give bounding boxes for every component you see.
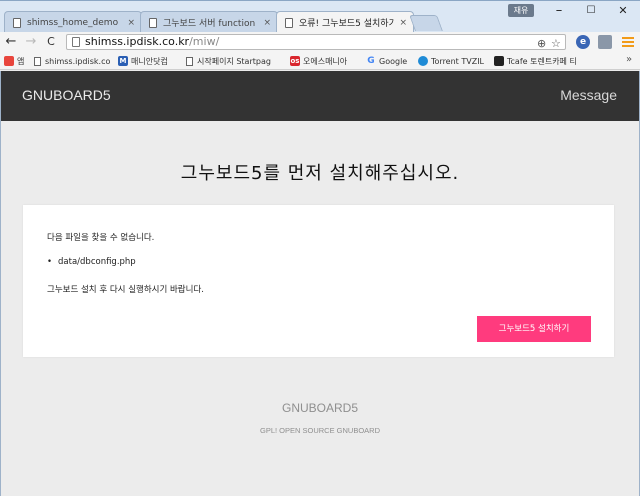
- bookmark-maniaan[interactable]: M 매니안닷컴: [118, 54, 184, 68]
- bookmark-label: Torrent TVZIL: [431, 56, 485, 66]
- tcafe-icon: [494, 56, 504, 66]
- install-gnuboard-button[interactable]: 그누보드5 설치하기: [477, 316, 591, 342]
- missing-file-list: data/dbconfig.php: [47, 257, 136, 267]
- tab-close-icon[interactable]: ×: [127, 18, 135, 28]
- bookmark-shimss[interactable]: shimss.ipdisk.co: [34, 54, 114, 68]
- apps-icon: [4, 56, 14, 66]
- zoom-icon[interactable]: ⊕: [537, 37, 546, 51]
- page-icon: [34, 56, 41, 66]
- footer-copyright: GPL! OPEN SOURCE GNUBOARD: [259, 426, 381, 435]
- address-bar[interactable]: shimss.ipdisk.co.kr/miw/ ⊕ ☆: [66, 34, 566, 50]
- bookmark-tcafe[interactable]: Tcafe 토렌트카페 티: [494, 54, 620, 68]
- bookmark-label: Tcafe 토렌트카페 티: [507, 56, 577, 66]
- page-icon: [149, 17, 157, 28]
- bookmark-label: 오에스매니아: [303, 56, 348, 66]
- browser-tab-1[interactable]: shimss_home_demo ×: [4, 11, 142, 33]
- maniaan-icon: M: [118, 56, 128, 66]
- extension-icon[interactable]: e: [576, 35, 590, 49]
- bookmark-label: shimss.ipdisk.co: [45, 56, 111, 66]
- bookmark-label: 매니안닷컴: [131, 56, 168, 66]
- browser-titlebar: shimss_home_demo × 그누보드 서버 function × 오류…: [0, 0, 640, 33]
- forward-icon[interactable]: →: [24, 34, 38, 50]
- page-icon: [186, 56, 193, 66]
- browser-tab-active[interactable]: 오류! 그누보드5 설치하기 ×: [276, 11, 414, 33]
- page-info-icon[interactable]: [72, 37, 80, 47]
- close-icon[interactable]: ✕: [612, 3, 634, 19]
- bookmark-torrent[interactable]: Torrent TVZIL: [418, 54, 490, 68]
- back-icon[interactable]: ←: [4, 34, 18, 50]
- bookmarks-more-icon[interactable]: »: [626, 54, 632, 65]
- bookmark-label: 앱: [17, 56, 25, 66]
- google-icon: G: [367, 56, 375, 66]
- message-link[interactable]: Message: [560, 87, 617, 103]
- bookmark-apps[interactable]: 앱: [4, 54, 32, 68]
- osmania-icon: os: [290, 56, 300, 66]
- tab-label: 오류! 그누보드5 설치하기: [299, 19, 395, 29]
- bookmark-osmania[interactable]: os 오에스매니아: [290, 54, 362, 68]
- menu-icon[interactable]: [622, 35, 634, 49]
- footer-logo: GNUBOARD5: [281, 401, 358, 415]
- tab-label: shimss_home_demo: [27, 17, 119, 28]
- page-viewport: GNUBOARD5 Message 그누보드5를 먼저 설치해주십시오. 다음 …: [0, 71, 640, 496]
- install-instruction-message: 그누보드 설치 후 다시 실행하시기 바랍니다.: [47, 285, 204, 295]
- page-icon: [13, 17, 21, 28]
- tab-label: 그누보드 서버 function: [163, 19, 256, 29]
- maximize-icon[interactable]: ☐: [580, 3, 602, 19]
- bookmark-startpage[interactable]: 시작페이지 Startpag: [186, 54, 284, 68]
- torrent-icon: [418, 56, 428, 66]
- bookmark-google[interactable]: G Google: [366, 54, 414, 68]
- bookmark-label: 시작페이지 Startpag: [197, 56, 271, 66]
- browser-tab-2[interactable]: 그누보드 서버 function ×: [140, 11, 278, 33]
- site-header: GNUBOARD5 Message: [1, 71, 639, 121]
- page-icon: [285, 17, 293, 28]
- tab-close-icon[interactable]: ×: [263, 18, 271, 28]
- site-logo[interactable]: GNUBOARD5: [22, 87, 111, 103]
- new-tab-button[interactable]: [409, 15, 443, 31]
- address-path: /miw/: [189, 35, 220, 48]
- reload-icon[interactable]: C: [44, 34, 58, 50]
- list-item: data/dbconfig.php: [47, 257, 136, 267]
- page-title: 그누보드5를 먼저 설치해주십시오.: [180, 163, 460, 184]
- minimize-icon[interactable]: –: [548, 3, 570, 19]
- tab-close-icon[interactable]: ×: [399, 18, 407, 28]
- bookmark-label: Google: [379, 56, 408, 66]
- missing-file-message: 다음 파일을 찾을 수 없습니다.: [47, 233, 155, 243]
- bookmarks-bar: 앱 shimss.ipdisk.co M 매니안닷컴 시작페이지 Startpa…: [0, 52, 640, 70]
- browser-toolbar: ← → C shimss.ipdisk.co.kr/miw/ ⊕ ☆ e: [0, 32, 640, 52]
- cast-icon[interactable]: [598, 35, 612, 49]
- bookmark-star-icon[interactable]: ☆: [551, 37, 561, 51]
- address-host: shimss.ipdisk.co.kr: [85, 35, 190, 48]
- install-notice-card: 다음 파일을 찾을 수 없습니다. data/dbconfig.php 그누보드…: [23, 205, 614, 357]
- user-profile-badge[interactable]: 재유: [508, 4, 534, 17]
